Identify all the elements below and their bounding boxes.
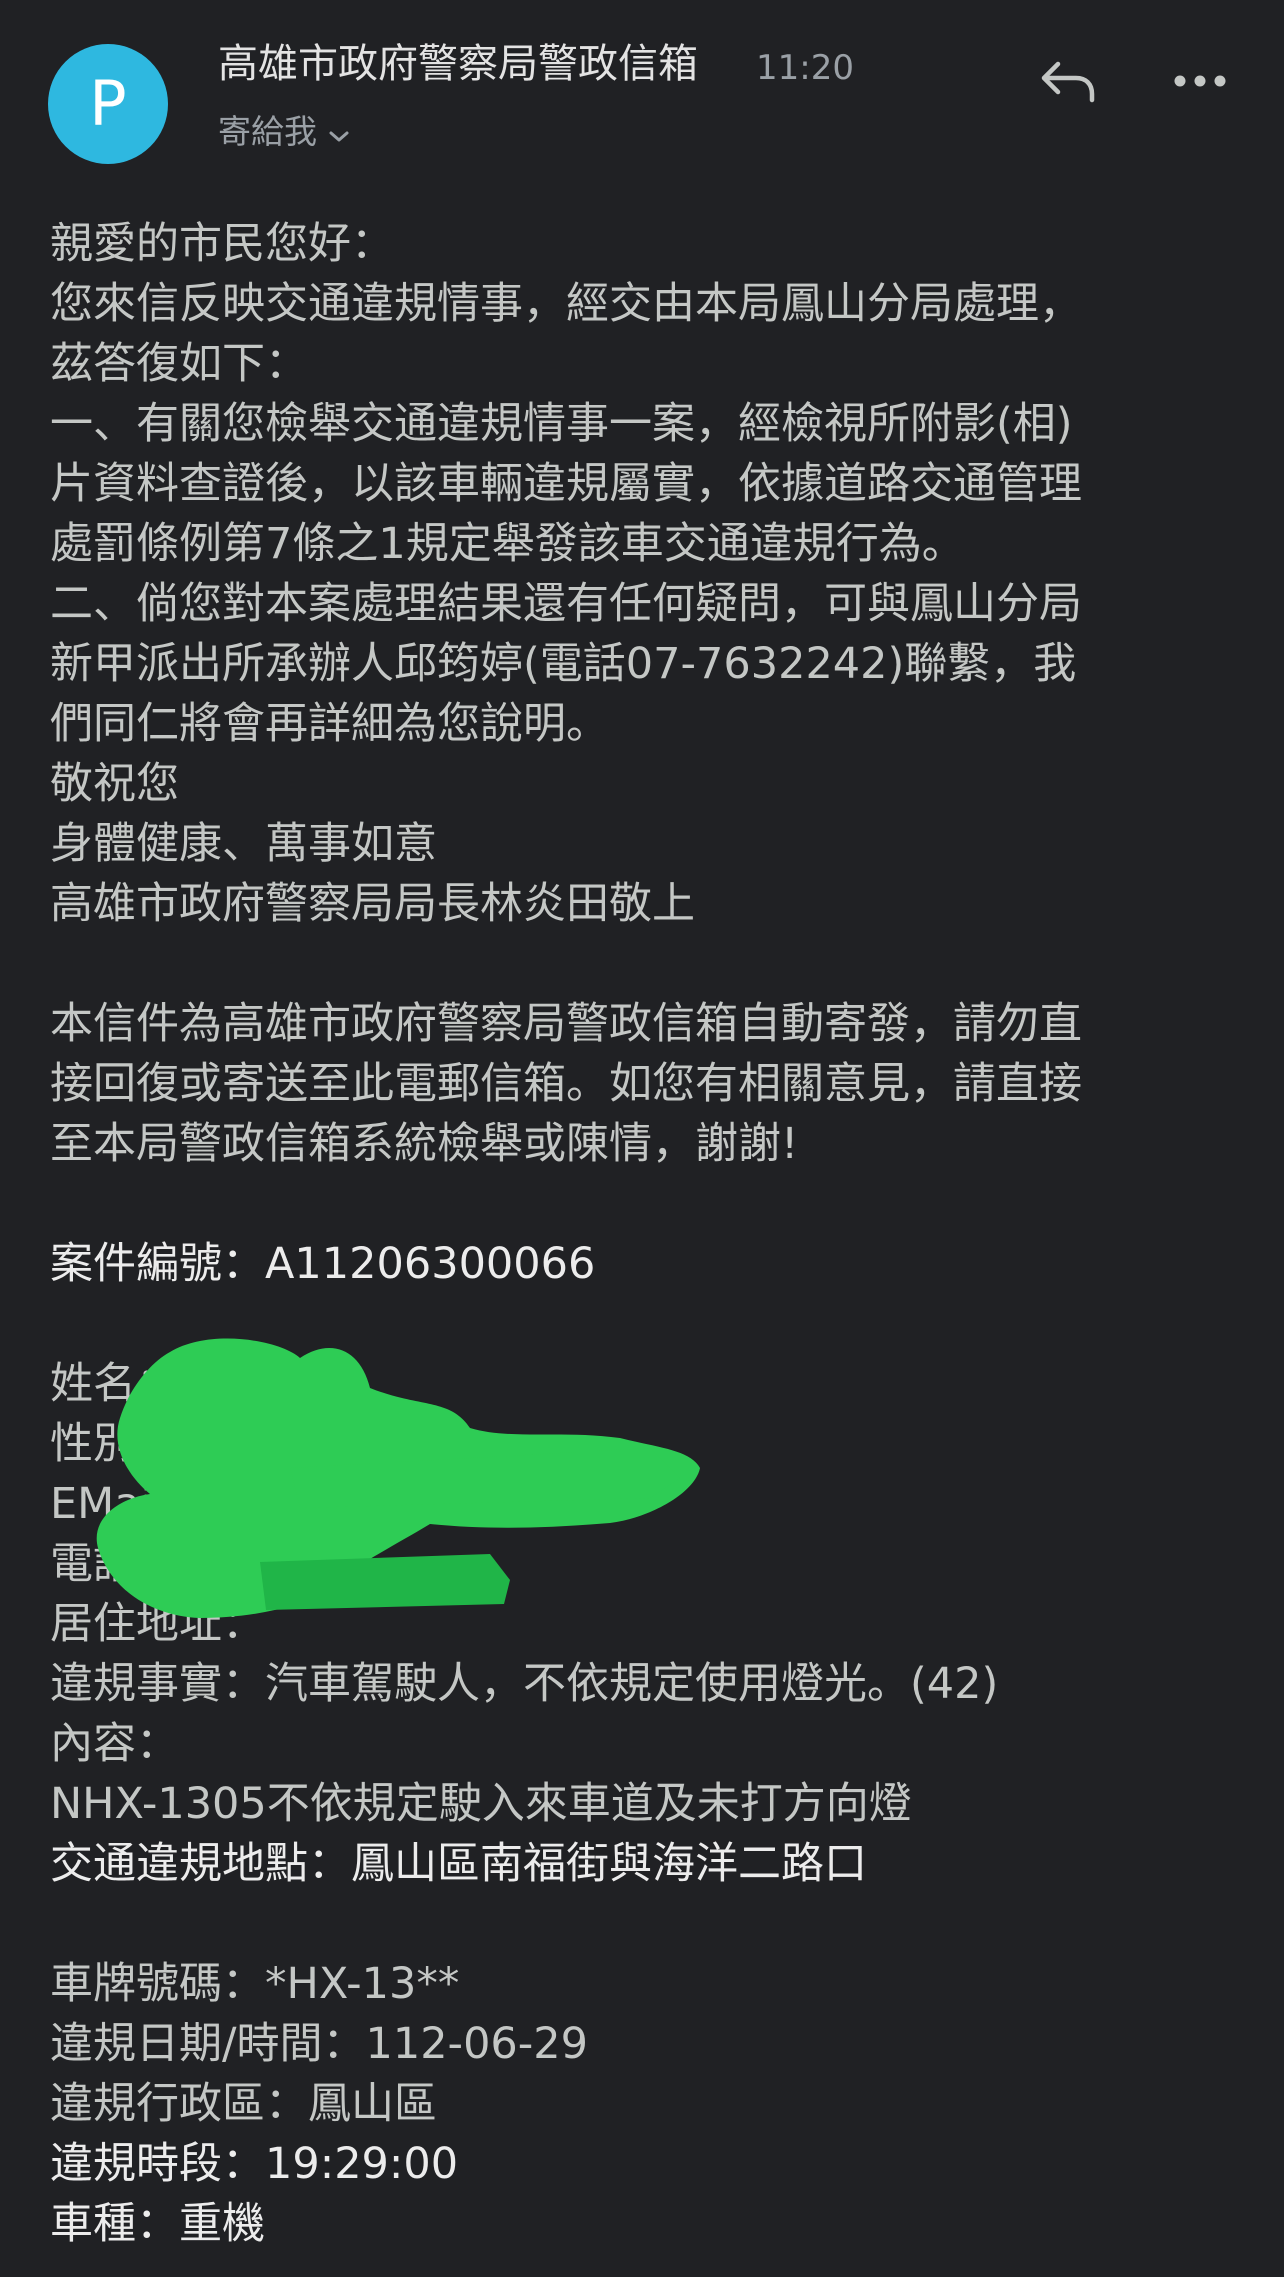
body-paragraph-line: 二、倘您對本案處理結果還有任何疑問，可與鳳山分局	[50, 579, 1082, 629]
gender-field: 性別：	[50, 1419, 179, 1469]
body-paragraph-line: 片資料查證後，以該車輛違規屬實，依據道路交通管理	[50, 459, 1082, 509]
body-paragraph-line: 處罰條例第7條之1規定舉發該車交通違規行為。	[50, 519, 965, 569]
closing-line: 敬祝您	[50, 759, 179, 809]
signature: 高雄市政府警察局局長林炎田敬上	[50, 879, 695, 929]
more-options-icon	[1174, 75, 1226, 87]
violation-fact: 違規事實：汽車駕駛人，不依規定使用燈光。(42)	[50, 1659, 999, 1709]
violation-district: 違規行政區：鳳山區	[50, 2079, 437, 2129]
vehicle-type: 車種：重機	[50, 2199, 265, 2249]
phone-field: 電話：	[50, 1539, 179, 1589]
reply-icon	[1041, 61, 1095, 103]
content-label: 內容：	[50, 1719, 179, 1769]
sender-avatar[interactable]: P	[48, 44, 168, 164]
email-header: P 高雄市政府警察局警政信箱 11:20 寄給我	[0, 0, 1284, 190]
email-body: 親愛的市民您好： 您來信反映交通違規情事，經交由本局鳳山分局處理， 茲答復如下：…	[50, 214, 1250, 2254]
greeting: 親愛的市民您好：	[50, 219, 394, 269]
license-plate: 車牌號碼：*HX-13**	[50, 1959, 460, 2009]
sent-time: 11:20	[756, 48, 854, 88]
address-field: 居住地址：	[50, 1599, 265, 1649]
sender-name[interactable]: 高雄市政府警察局警政信箱	[218, 38, 698, 90]
body-paragraph-line: 您來信反映交通違規情事，經交由本局鳳山分局處理，	[50, 279, 1082, 329]
violation-time-slot: 違規時段：19:29:00	[50, 2139, 459, 2189]
email-field: EMail：	[50, 1479, 208, 1529]
notice-line: 接回復或寄送至此電郵信箱。如您有相關意見，請直接	[50, 1059, 1082, 1109]
violation-date: 違規日期/時間：112-06-29	[50, 2019, 589, 2069]
more-options-button[interactable]	[1164, 48, 1236, 114]
case-number: 案件編號：A11206300066	[50, 1239, 596, 1289]
notice-line: 本信件為高雄市政府警察局警政信箱自動寄發，請勿直	[50, 999, 1082, 1049]
violation-location: 交通違規地點：鳳山區南福街與海洋二路口	[50, 1839, 867, 1889]
closing-line: 身體健康、萬事如意	[50, 819, 437, 869]
body-paragraph-line: 新甲派出所承辦人邱筠婷(電話07-7632242)聯繫，我	[50, 639, 1077, 689]
notice-line: 至本局警政信箱系統檢舉或陳情，謝謝!	[50, 1119, 799, 1169]
recipient-details-toggle[interactable]: 寄給我	[218, 108, 351, 158]
name-field: 姓名：	[50, 1359, 179, 1409]
chevron-down-icon	[327, 110, 351, 158]
reply-button[interactable]	[1030, 48, 1106, 114]
recipient-label: 寄給我	[218, 112, 317, 151]
body-paragraph-line: 茲答復如下：	[50, 339, 308, 389]
body-paragraph-line: 們同仁將會再詳細為您說明。	[50, 699, 609, 749]
body-paragraph-line: 一、有關您檢舉交通違規情事一案，經檢視所附影(相)	[50, 399, 1073, 449]
content-text: NHX-1305不依規定駛入來車道及未打方向燈	[50, 1779, 912, 1829]
